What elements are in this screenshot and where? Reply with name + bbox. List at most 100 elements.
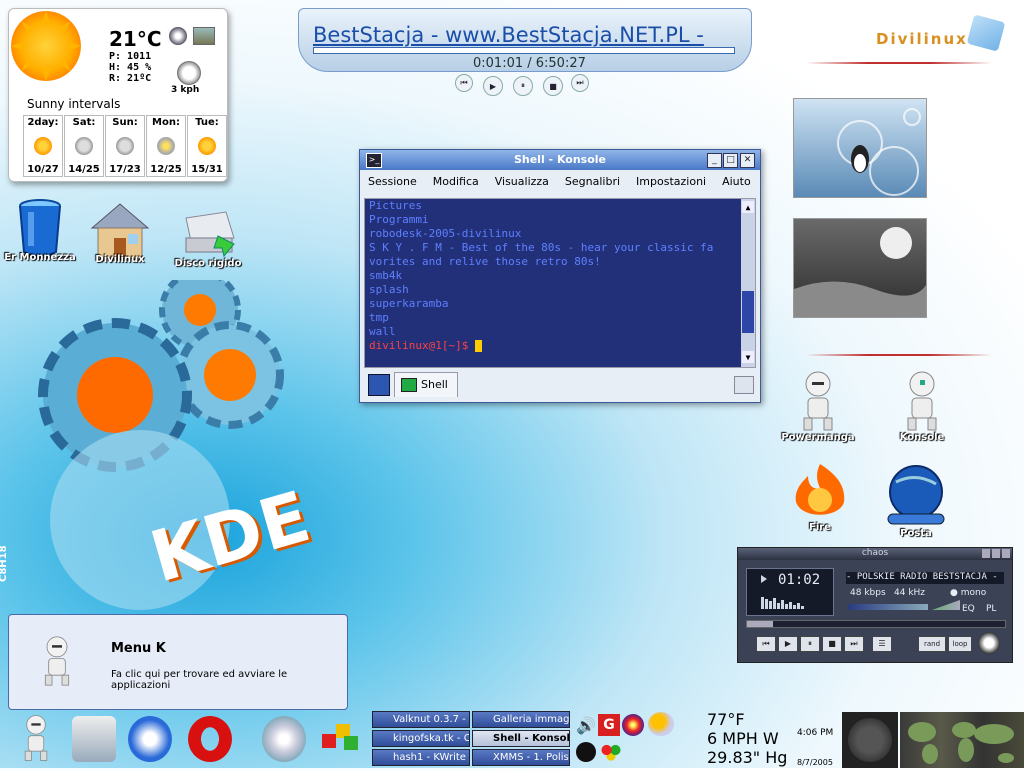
hard-disk-icon [184, 208, 235, 258]
shell-tab-icon [401, 378, 417, 392]
sun-icon [34, 137, 52, 155]
xmms-minimize-button[interactable] [982, 549, 990, 558]
clock-date[interactable]: 8/7/2005 [797, 758, 833, 767]
task-konsole[interactable]: Shell - Konsole [472, 730, 570, 747]
close-tab-icon[interactable] [734, 376, 754, 394]
task-kwrite[interactable]: hash1 - KWrite [372, 749, 470, 766]
tab-label: Shell [421, 378, 448, 391]
menu-modifica[interactable]: Modifica [425, 172, 487, 192]
scrollbar-thumb[interactable] [742, 291, 754, 333]
cube-logo-icon [966, 14, 1006, 52]
tooltip-description: Fa clic qui per trovare ed avviare le ap… [111, 669, 288, 691]
play-button[interactable]: ▶ [483, 76, 503, 96]
sun-icon [11, 11, 81, 81]
player-song-title: BestStacja - www.BestStacja.NET.PL - [313, 23, 704, 47]
desktop-icon-mail[interactable]: Posta [876, 464, 956, 539]
menu-impostazioni[interactable]: Impostazioni [628, 172, 714, 192]
desktop-icon-powermanga[interactable]: Powermanga [778, 370, 858, 443]
kmenu-button[interactable] [14, 714, 58, 761]
pause-button[interactable]: ⏸ [513, 76, 533, 96]
bomb-icon[interactable] [576, 742, 596, 762]
next-button[interactable]: ⏭ [571, 74, 589, 92]
panel-wind: 6 MPH W [707, 729, 779, 748]
desktop-icon-home[interactable]: Divilinux [80, 200, 160, 265]
menu-aiuto[interactable]: Aiuto [714, 172, 759, 192]
stop-button[interactable]: ■ [543, 76, 563, 96]
stop-button[interactable]: ■ [822, 636, 842, 652]
menu-k-tooltip: Menu K Fa clic qui per trovare ed avviar… [8, 614, 348, 710]
task-valknut[interactable]: Valknut 0.3.7 - [372, 711, 470, 728]
xmms-close-button[interactable] [1002, 549, 1010, 558]
playlist-button[interactable]: PL [986, 604, 996, 614]
next-button[interactable]: ⏭ [844, 636, 864, 652]
divider [806, 62, 992, 64]
eject-button[interactable]: ☰ [872, 636, 892, 652]
desktop-icon-trash[interactable]: Er Monnezza [0, 198, 80, 263]
task-galleria[interactable]: Galleria immag [472, 711, 570, 728]
task-xmms[interactable]: XMMS - 1. Polis [472, 749, 570, 766]
gaim-icon[interactable] [600, 742, 622, 762]
desktop-icon-fire[interactable]: Fire [780, 462, 860, 533]
task-kingofska[interactable]: kingofska.tk - C [372, 730, 470, 747]
new-session-icon[interactable] [368, 374, 390, 396]
player-progress-bar[interactable] [313, 47, 735, 54]
volume-icon[interactable]: 🔊 [576, 716, 596, 736]
minimize-button[interactable]: _ [707, 153, 722, 168]
close-button[interactable]: ✕ [740, 153, 755, 168]
forecast-day-label: Mon: [152, 117, 180, 128]
opera-icon[interactable] [188, 716, 232, 762]
balance-slider[interactable] [932, 600, 960, 610]
weather-tray-icon[interactable] [648, 712, 674, 736]
file-manager-icon[interactable] [72, 716, 116, 762]
globe-icon[interactable] [169, 27, 187, 45]
menu-visualizza[interactable]: Visualizza [487, 172, 557, 192]
terminal-output[interactable]: Pictures Programmi robodesk-2005-divilin… [364, 198, 756, 368]
previous-button[interactable]: ⏮ [455, 74, 473, 92]
control-center-icon[interactable] [128, 716, 172, 762]
desktop-icon-konsole[interactable]: Konsole [882, 370, 962, 443]
desktop-icon-label: Powermanga [781, 432, 855, 443]
clock-time[interactable]: 4:06 PM [797, 728, 833, 738]
menu-segnalibri[interactable]: Segnalibri [557, 172, 628, 192]
terminal-prompt: divilinux@1[~]$ [365, 339, 755, 353]
pause-button[interactable]: ⏸ [800, 636, 820, 652]
cubes-icon[interactable] [318, 718, 362, 764]
eq-button[interactable]: EQ [962, 604, 975, 614]
radar-map-icon[interactable] [193, 27, 215, 45]
xmms-titlebar[interactable]: chaos [738, 548, 1012, 560]
moon-wallpaper-preview[interactable] [793, 218, 927, 318]
volume-slider[interactable] [848, 604, 928, 610]
terminal-scrollbar[interactable]: ▲ ▼ [741, 199, 755, 367]
terminal-line: robodesk-2005-divilinux [369, 227, 522, 240]
weather-forecast: 2day: 10/27 Sat: 14/25 Sun: 17/23 Mon: 12/25… [23, 115, 227, 177]
home-icon [90, 200, 150, 261]
robot-icon [794, 370, 842, 432]
shuffle-button[interactable]: rand [918, 636, 946, 652]
forecast-day-label: Sun: [112, 117, 138, 128]
tab-shell[interactable]: Shell [394, 372, 458, 397]
cd-player-icon[interactable] [262, 716, 306, 762]
scroll-up-icon[interactable]: ▲ [742, 201, 754, 213]
google-icon[interactable]: G [598, 714, 620, 736]
seek-thumb[interactable] [747, 621, 773, 627]
desktop-icon-disk[interactable]: Disco rigido [168, 208, 248, 269]
xmms-shade-button[interactable] [992, 549, 1000, 558]
xmms-logo-icon[interactable] [978, 632, 1000, 654]
xmms-seek-bar[interactable] [746, 620, 1006, 628]
forecast-temps: 14/25 [68, 164, 100, 175]
play-button[interactable]: ▶ [778, 636, 798, 652]
xmms-time: 01:02 [778, 572, 821, 588]
khz-value: 44 [894, 588, 906, 598]
previous-button[interactable]: ⏮ [756, 636, 776, 652]
maximize-button[interactable]: □ [723, 153, 738, 168]
scroll-down-icon[interactable]: ▼ [742, 351, 754, 363]
tux-wallpaper-preview[interactable] [793, 98, 927, 198]
forecast-day: Sat: 14/25 [64, 115, 104, 177]
window-title: Shell - Konsole [513, 153, 607, 166]
repeat-button[interactable]: loop [948, 636, 972, 652]
xmms-kbps: 48 kbps [850, 588, 886, 598]
konsole-titlebar[interactable]: >_ Shell - Konsole _ □ ✕ [360, 150, 760, 170]
network-icon[interactable] [622, 714, 644, 736]
panel-weather: 77°F 6 MPH W 29.83" Hg [707, 710, 787, 767]
menu-sessione[interactable]: Sessione [360, 172, 425, 192]
